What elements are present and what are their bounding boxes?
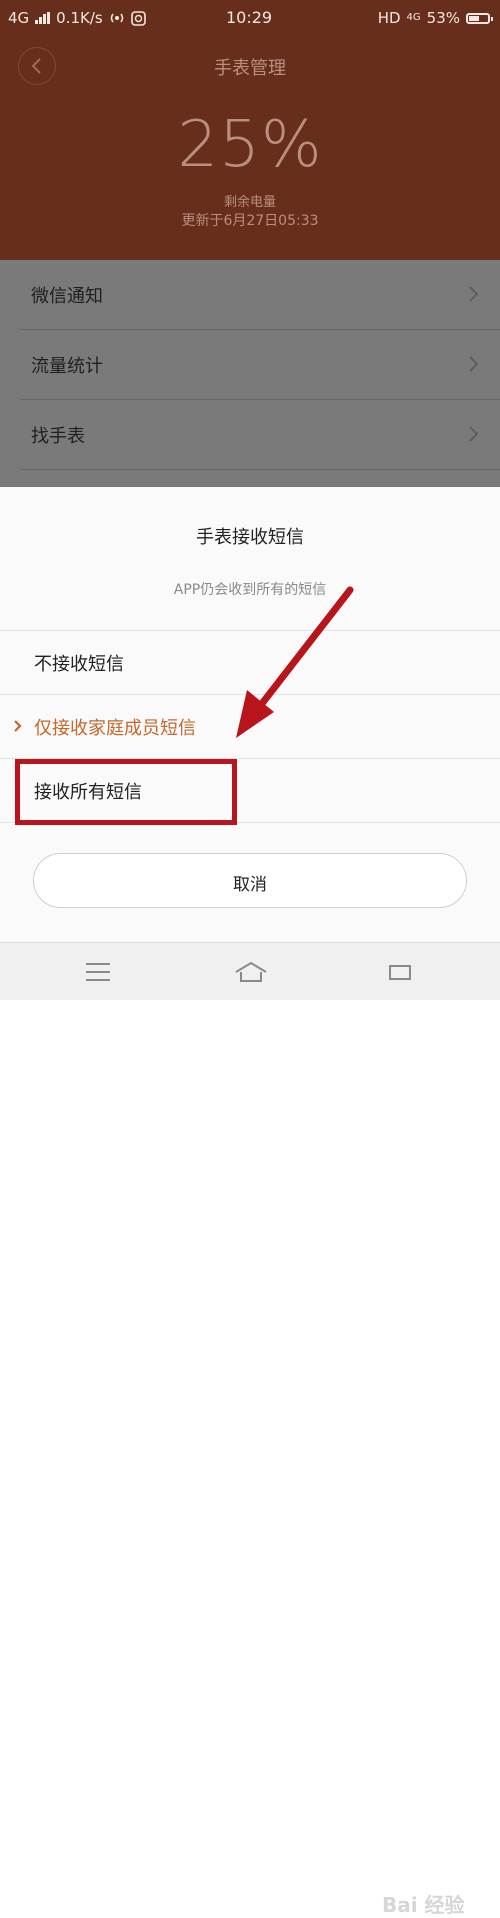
list-item-data-usage[interactable]: 流量统计 [0, 330, 500, 399]
list-item-find-watch[interactable]: 找手表 [0, 400, 500, 469]
divider [0, 758, 500, 759]
settings-list: 微信通知 流量统计 找手表 [0, 260, 500, 487]
watermark-logo: Bai 经验 [382, 1893, 465, 1917]
signal-icon [35, 12, 51, 24]
clock: 10:29 [226, 8, 273, 27]
option-family-sms[interactable]: 仅接收家庭成员短信 [0, 696, 500, 758]
selected-chevron-icon [14, 720, 22, 732]
list-item-wechat-notify[interactable]: 微信通知 [0, 260, 500, 329]
battery-percent-label: 53% [426, 9, 460, 27]
divider [0, 630, 500, 631]
hotspot-icon [110, 13, 124, 23]
status-right: HD 4G 53% [377, 9, 493, 27]
system-nav-bar: Bai 经验 [0, 942, 500, 1917]
option-all-sms[interactable]: 接收所有短信 [0, 760, 500, 822]
option-label: 接收所有短信 [34, 782, 142, 803]
option-no-sms[interactable]: 不接收短信 [0, 632, 500, 694]
sheet-subtitle: APP仍会收到所有的短信 [173, 582, 327, 598]
update-time: 更新于6月27日05:33 [181, 213, 319, 229]
chevron-right-icon [469, 286, 479, 302]
network-speed: 0.1K/s [56, 9, 103, 27]
list-item-label: 微信通知 [31, 286, 103, 307]
list-item-label: 流量统计 [31, 356, 103, 377]
network-label: 4G [8, 9, 30, 27]
status-left: 4G 0.1K/s [8, 9, 146, 27]
option-label: 不接收短信 [34, 654, 124, 675]
home-icon[interactable] [231, 957, 271, 987]
cancel-label: 取消 [233, 875, 267, 895]
option-label: 仅接收家庭成员短信 [34, 718, 196, 739]
sheet-title: 手表接收短信 [196, 527, 304, 548]
divider [0, 822, 500, 823]
back-nav-icon[interactable] [380, 957, 420, 987]
menu-icon[interactable] [78, 957, 118, 987]
sms-settings-sheet: 手表接收短信 APP仍会收到所有的短信 不接收短信 仅接收家庭成员短信 接收所有… [0, 487, 500, 942]
divider [0, 694, 500, 695]
divider [20, 469, 500, 470]
watch-header: 手表管理 25% 剩余电量 更新于6月27日05:33 [0, 36, 500, 260]
remaining-battery-label: 剩余电量 [223, 195, 276, 210]
battery-icon [466, 12, 493, 24]
app-notification-icon [130, 10, 146, 26]
hd-label: HD [377, 9, 401, 27]
page-title: 手表管理 [214, 58, 286, 79]
network-right-label: 4G [406, 12, 421, 23]
chevron-right-icon [469, 356, 479, 372]
list-item-label: 找手表 [31, 426, 85, 447]
cancel-button[interactable]: 取消 [33, 853, 467, 908]
status-bar: 4G 0.1K/s 10:29 HD 4G 53% [0, 0, 500, 36]
chevron-right-icon [469, 426, 479, 442]
remaining-battery-value: 25% [177, 108, 323, 182]
